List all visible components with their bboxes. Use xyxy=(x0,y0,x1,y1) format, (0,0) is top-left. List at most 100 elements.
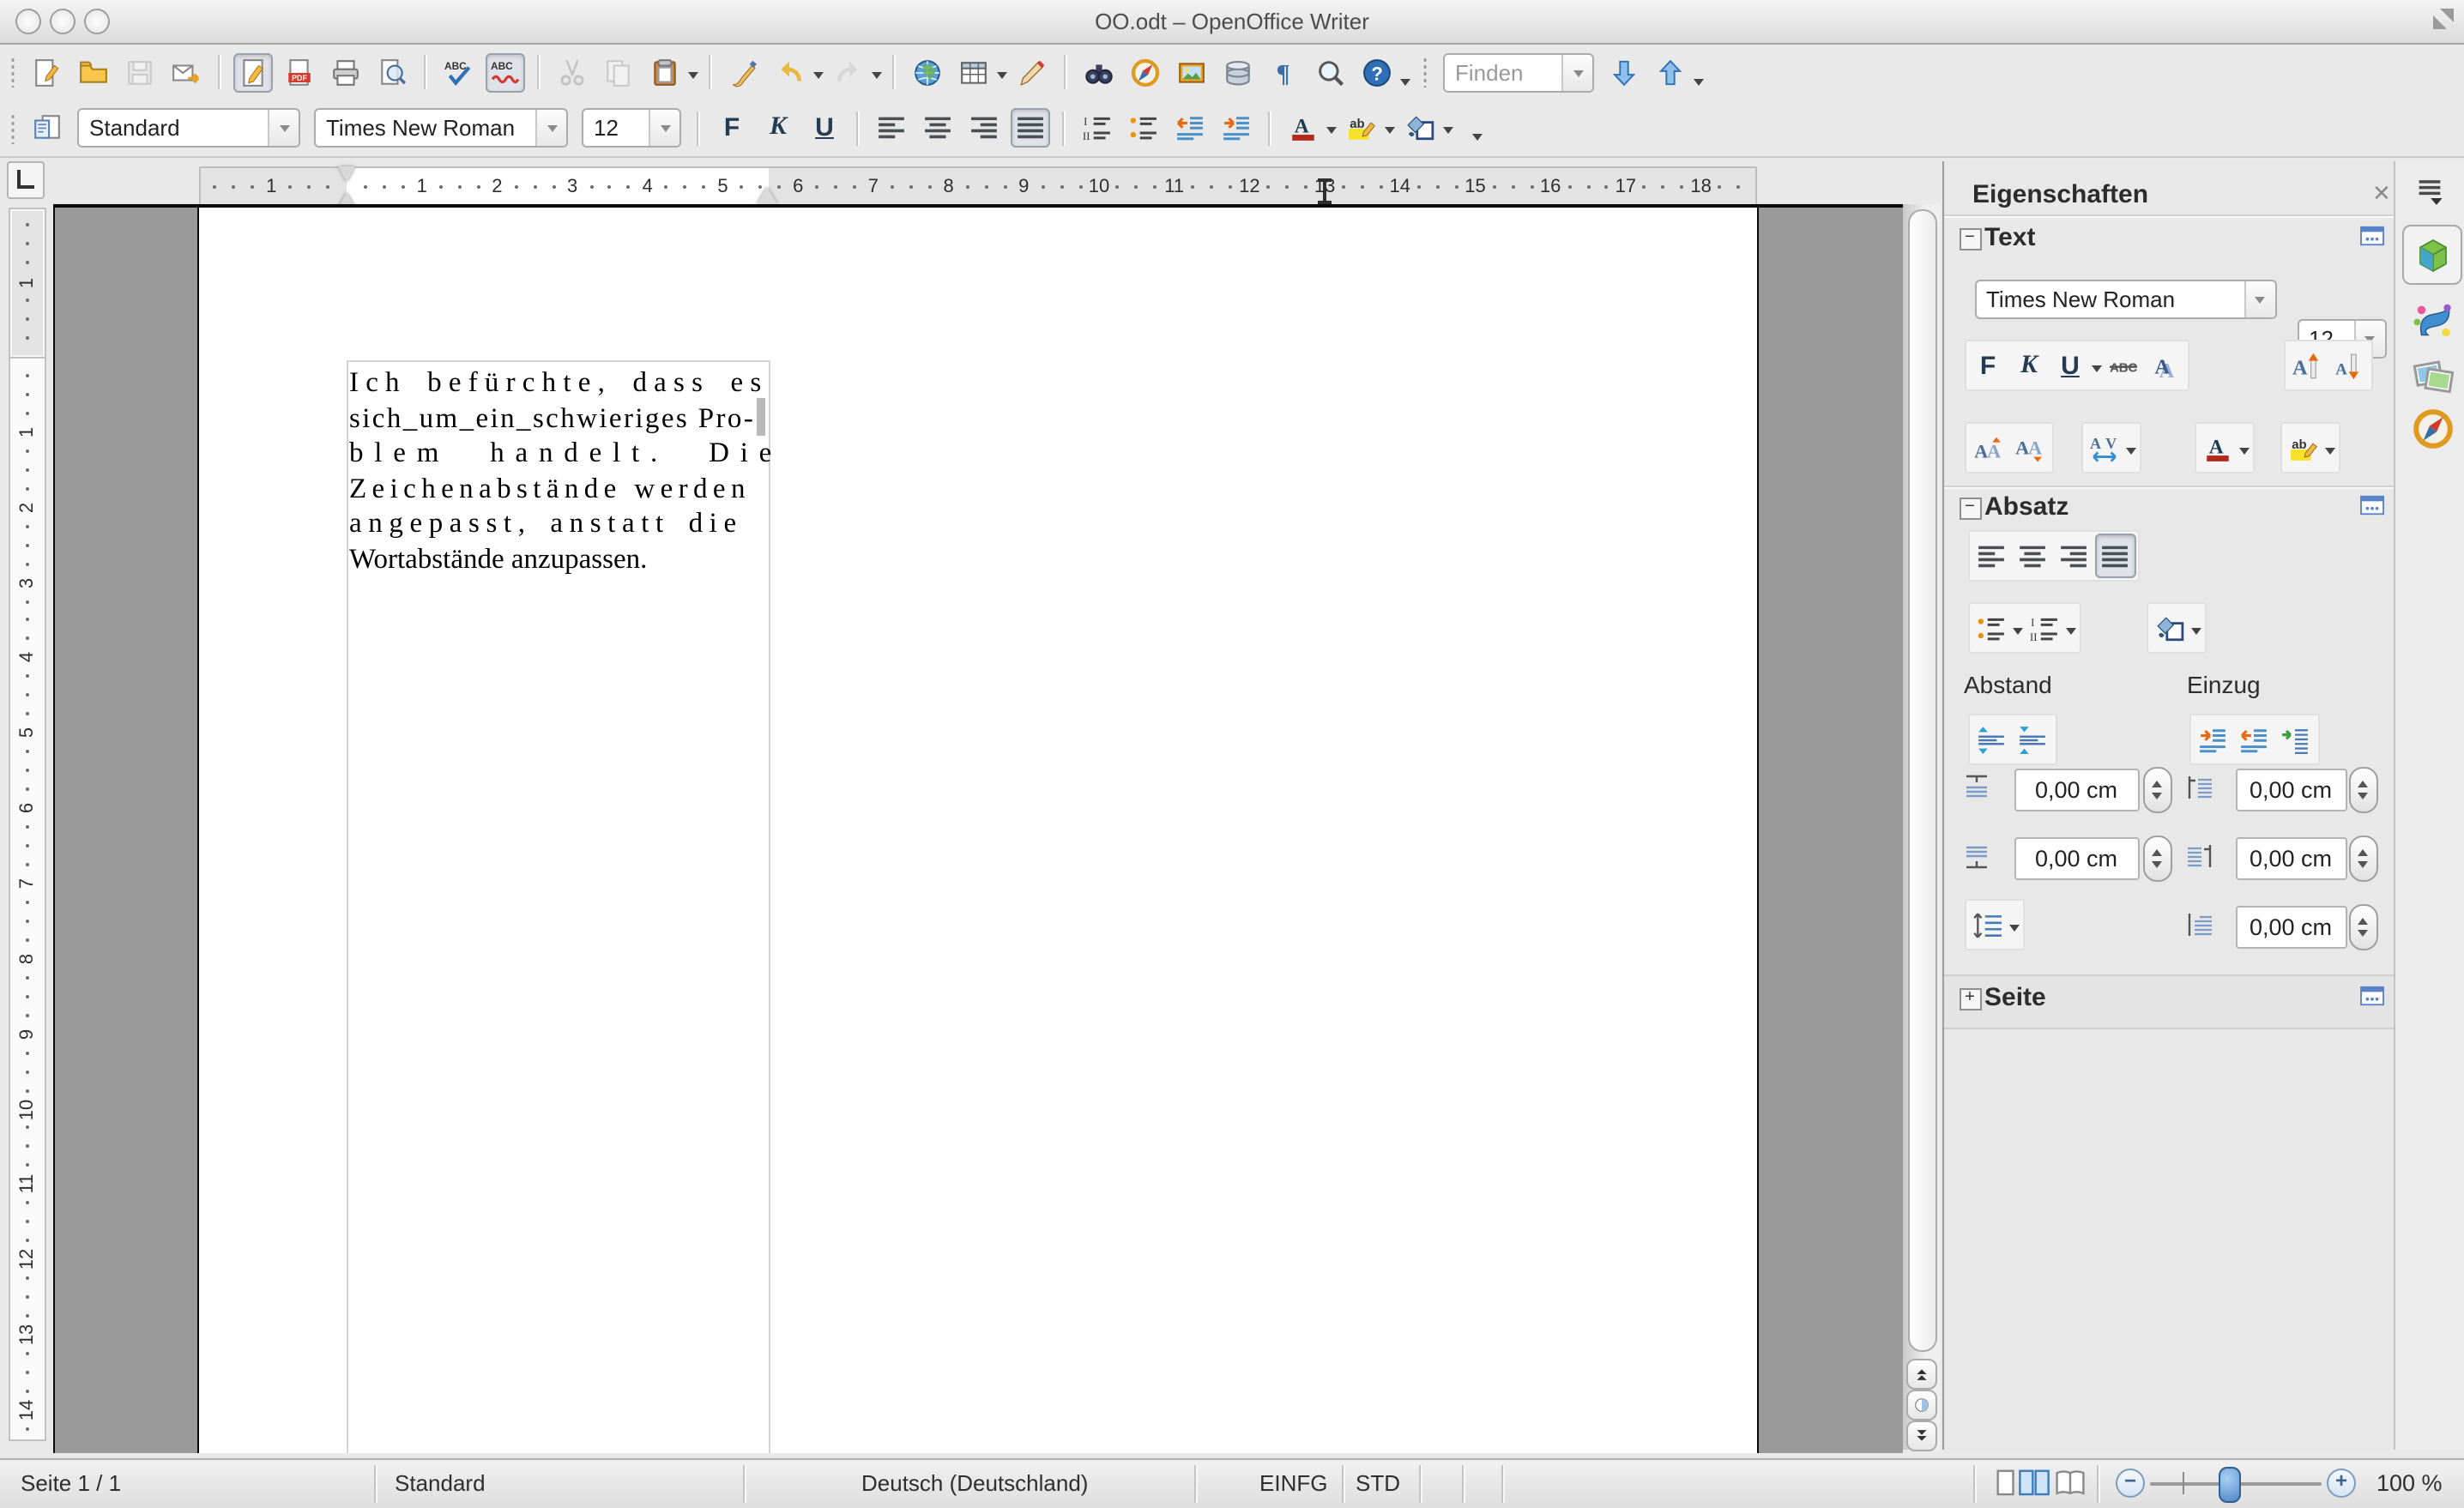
mail-document-icon[interactable] xyxy=(166,52,206,92)
sidebar-increase-indent-icon[interactable] xyxy=(2192,717,2233,762)
save-icon[interactable] xyxy=(120,52,160,92)
status-zoom-value[interactable]: 100 % xyxy=(2376,1470,2443,1496)
formatting-marks-icon[interactable] xyxy=(1265,52,1304,92)
sidebar-underline-dropdown-icon[interactable] xyxy=(2091,365,2101,377)
font-color-icon[interactable] xyxy=(1283,108,1323,148)
line-spacing-dropdown-icon[interactable] xyxy=(2008,924,2019,936)
book-view-icon[interactable] xyxy=(2054,1467,2087,1499)
sidebar-numbered-list-icon[interactable] xyxy=(2024,606,2065,650)
align-center-icon[interactable] xyxy=(918,108,957,148)
next-page-icon[interactable] xyxy=(1906,1421,1937,1451)
page-section-expand-icon[interactable]: + xyxy=(1959,988,1981,1010)
font-dropdown-icon[interactable] xyxy=(535,110,566,146)
previous-page-icon[interactable] xyxy=(1906,1359,1937,1390)
navigation-icon[interactable] xyxy=(1906,1390,1937,1421)
styles-formatting-tab-icon[interactable] xyxy=(2402,290,2462,350)
styles-panel-icon[interactable] xyxy=(27,108,67,148)
highlighting-dropdown-icon[interactable] xyxy=(1385,127,1395,139)
tab-stop-selector[interactable] xyxy=(7,161,45,199)
insert-table-icon[interactable] xyxy=(954,52,993,92)
redo-icon[interactable] xyxy=(829,52,868,92)
below-spacing-stepper[interactable] xyxy=(2142,835,2171,882)
help-icon[interactable] xyxy=(1357,52,1397,92)
paste-dropdown-icon[interactable] xyxy=(688,71,698,83)
sidebar-italic-button[interactable]: K xyxy=(2008,343,2050,388)
sidebar-font-name-select[interactable]: Times New Roman xyxy=(1974,280,2276,319)
undo-icon[interactable] xyxy=(770,52,810,92)
sidebar-bullet-list-icon[interactable] xyxy=(1971,606,2012,650)
justify-icon[interactable] xyxy=(1011,108,1050,148)
lowercase-icon[interactable] xyxy=(2008,425,2050,470)
after-indent-field[interactable]: 0,00 cm xyxy=(2235,837,2346,880)
bullet-list-dropdown-icon[interactable] xyxy=(2012,627,2022,639)
sidebar-bold-button[interactable]: F xyxy=(1967,343,2008,388)
bold-button[interactable]: F xyxy=(712,108,752,148)
status-page[interactable]: Seite 1 / 1 xyxy=(21,1470,121,1496)
below-spacing-field[interactable]: 0,00 cm xyxy=(2014,837,2139,880)
status-language[interactable]: Deutsch (Deutschland) xyxy=(861,1470,1088,1496)
find-dropdown-icon[interactable] xyxy=(1561,54,1592,90)
sidebar-highlighting-icon[interactable] xyxy=(2283,425,2324,470)
line-spacing-icon[interactable] xyxy=(1967,902,2008,947)
paragraph-section-collapse-icon[interactable]: − xyxy=(1959,498,1981,520)
undo-dropdown-icon[interactable] xyxy=(813,71,824,83)
copy-icon[interactable] xyxy=(599,52,638,92)
zoom-in-icon[interactable]: + xyxy=(2327,1469,2356,1498)
horizontal-ruler[interactable]: 1 1 2 3 4 5 6 7 8 9 10 11 12 13 14 15 16 17 18 xyxy=(199,166,1757,208)
fullscreen-icon[interactable] xyxy=(2433,9,2454,29)
document-page[interactable]: Ich befürchte, dass es sich_um_ein_schwie… xyxy=(196,208,1758,1453)
italic-button[interactable]: K xyxy=(758,108,798,148)
redo-dropdown-icon[interactable] xyxy=(872,71,882,83)
above-spacing-stepper[interactable] xyxy=(2142,767,2171,813)
auto-spellcheck-icon[interactable] xyxy=(486,52,525,92)
formatting-overflow-icon[interactable] xyxy=(1472,134,1483,146)
cut-icon[interactable] xyxy=(553,52,592,92)
shrink-font-icon[interactable] xyxy=(2328,343,2369,388)
findbar-overflow-icon[interactable] xyxy=(1694,78,1704,90)
character-spacing-dropdown-icon[interactable] xyxy=(2125,447,2135,459)
uppercase-icon[interactable] xyxy=(1967,425,2008,470)
zoom-slider-thumb[interactable] xyxy=(2219,1467,2241,1503)
indent-marker[interactable] xyxy=(338,166,357,208)
toolbar-grip[interactable] xyxy=(10,57,15,87)
open-icon[interactable] xyxy=(74,52,113,92)
sidebar-font-color-icon[interactable] xyxy=(2197,425,2238,470)
increase-spacing-icon[interactable] xyxy=(1971,717,2012,762)
numbered-list-icon[interactable] xyxy=(1078,108,1117,148)
zoom-out-icon[interactable]: − xyxy=(2116,1469,2145,1498)
shadow-icon[interactable] xyxy=(2144,343,2185,388)
after-indent-stepper[interactable] xyxy=(2348,835,2377,882)
export-pdf-icon[interactable] xyxy=(280,52,319,92)
background-dropdown-icon[interactable] xyxy=(1443,127,1453,139)
print-icon[interactable] xyxy=(326,52,365,92)
title-bar[interactable]: OO.odt – OpenOffice Writer xyxy=(0,0,2464,45)
align-left-icon[interactable] xyxy=(872,108,911,148)
multi-page-view-icon[interactable] xyxy=(2018,1467,2050,1499)
vertical-ruler[interactable]: 1 1 2 3 4 5 6 7 8 9 10 11 12 13 14 xyxy=(9,208,46,1441)
sidebar-align-center-icon[interactable] xyxy=(2012,534,2053,578)
right-indent-marker[interactable] xyxy=(757,187,777,204)
findbar-grip[interactable] xyxy=(1422,57,1428,87)
sidebar-font-color-dropdown-icon[interactable] xyxy=(2238,447,2249,459)
spellcheck-icon[interactable] xyxy=(439,52,479,92)
font-color-dropdown-icon[interactable] xyxy=(1326,127,1337,139)
find-replace-icon[interactable] xyxy=(1079,52,1119,92)
text-section-collapse-icon[interactable]: − xyxy=(1959,228,1981,250)
first-line-indent-field[interactable]: 0,00 cm xyxy=(2235,906,2346,949)
new-document-icon[interactable] xyxy=(27,52,67,92)
before-indent-stepper[interactable] xyxy=(2348,767,2377,813)
align-right-icon[interactable] xyxy=(964,108,1004,148)
paste-icon[interactable] xyxy=(645,52,685,92)
sidebar-justify-icon[interactable] xyxy=(2094,534,2135,578)
status-selection-mode[interactable]: STD xyxy=(1356,1470,1400,1496)
show-draw-functions-icon[interactable] xyxy=(1012,52,1052,92)
before-indent-field[interactable]: 0,00 cm xyxy=(2235,769,2346,811)
format-paintbrush-icon[interactable] xyxy=(724,52,764,92)
sidebar-underline-button[interactable]: U xyxy=(2050,343,2091,388)
text-dialog-launcher-icon[interactable] xyxy=(2358,225,2384,256)
edit-file-icon[interactable] xyxy=(233,52,273,92)
sidebar-close-icon[interactable]: ✕ xyxy=(2372,180,2391,208)
bullet-list-icon[interactable] xyxy=(1124,108,1163,148)
size-dropdown-icon[interactable] xyxy=(649,110,679,146)
paragraph-background-icon[interactable] xyxy=(2149,606,2190,650)
